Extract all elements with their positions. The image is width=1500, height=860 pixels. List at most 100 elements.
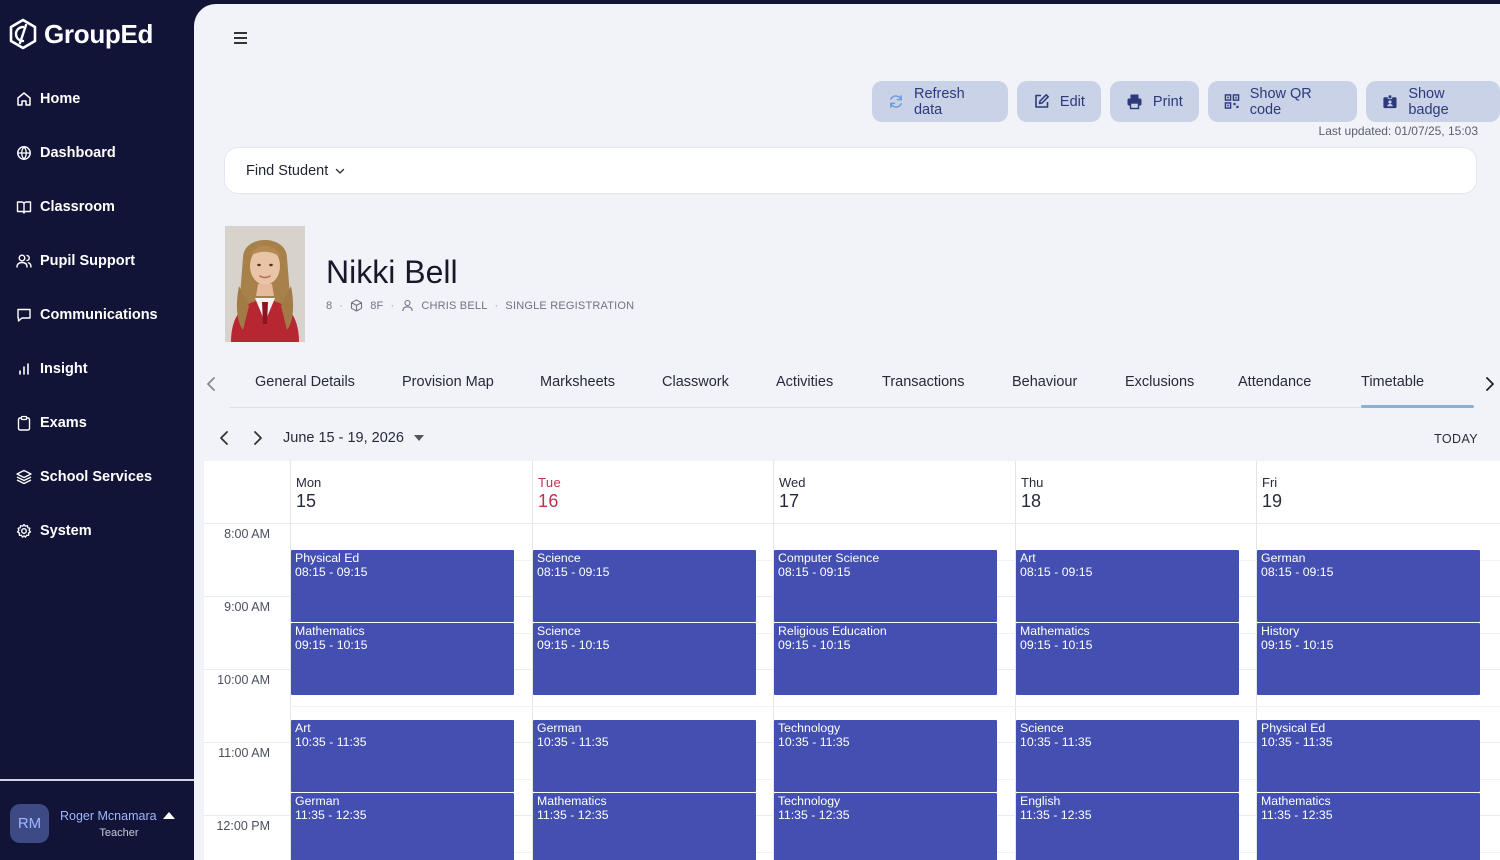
event-time: 10:35 - 11:35: [1261, 735, 1333, 750]
app-name: GroupEd: [44, 18, 154, 49]
toolbar: Refresh data Edit Print Show QR code Sho…: [872, 81, 1500, 122]
student-form: 8F: [370, 299, 384, 312]
timetable-event[interactable]: Science 09:15 - 10:15: [533, 622, 756, 695]
timetable-event[interactable]: Science 08:15 - 09:15: [533, 549, 756, 622]
timetable-event[interactable]: Art 08:15 - 09:15: [1016, 549, 1239, 622]
timetable-event[interactable]: Art 10:35 - 11:35: [291, 720, 514, 793]
day-number: 17: [779, 491, 800, 511]
event-subject: Physical Ed: [295, 550, 360, 565]
day-name: Tue: [538, 475, 562, 490]
timetable-event[interactable]: Mathematics 11:35 - 12:35: [533, 793, 756, 860]
tab-provision-map[interactable]: Provision Map: [402, 374, 494, 390]
next-week-icon[interactable]: [250, 428, 266, 448]
event-subject: Science: [1020, 721, 1064, 736]
sidebar-item-school-services[interactable]: School Services: [0, 450, 194, 504]
timetable-event[interactable]: History 09:15 - 10:15: [1257, 622, 1480, 695]
show-qr-code-label: Show QR code: [1249, 85, 1312, 118]
chevron-right-icon[interactable]: [1483, 374, 1497, 394]
day-number: 15: [296, 491, 317, 511]
tab-transactions[interactable]: Transactions: [882, 374, 964, 390]
gear-icon: [16, 523, 32, 538]
timetable-event[interactable]: Mathematics 09:15 - 10:15: [1016, 622, 1239, 695]
event-subject: Technology: [778, 794, 841, 809]
event-time: 11:35 - 12:35: [1261, 808, 1333, 823]
timetable-event[interactable]: German 10:35 - 11:35: [533, 720, 756, 793]
event-subject: Mathematics: [1020, 623, 1090, 638]
timetable-event[interactable]: Physical Ed 08:15 - 09:15: [291, 549, 514, 622]
users-icon: [16, 254, 32, 268]
timetable-event[interactable]: Science 10:35 - 11:35: [1016, 720, 1239, 793]
sidebar-item-dashboard[interactable]: Dashboard: [0, 126, 194, 180]
half-hour-gridline: [290, 705, 1500, 707]
chevron-left-icon[interactable]: [204, 374, 218, 394]
day-header-wed: Wed 17: [773, 461, 1014, 523]
sidebar-item-insight[interactable]: Insight: [0, 342, 194, 396]
find-student-dropdown[interactable]: Find Student: [224, 147, 1477, 194]
tab-behaviour[interactable]: Behaviour: [1012, 374, 1077, 390]
timetable-event[interactable]: Computer Science 08:15 - 09:15: [774, 549, 997, 622]
sidebar-item-label: Insight: [40, 361, 88, 377]
event-subject: Religious Education: [778, 623, 887, 638]
show-qr-code-button[interactable]: Show QR code: [1207, 81, 1358, 122]
tab-general-details[interactable]: General Details: [255, 374, 355, 390]
event-time: 09:15 - 10:15: [778, 637, 851, 652]
sidebar-item-home[interactable]: Home: [0, 72, 194, 126]
menu-toggle-icon[interactable]: [234, 32, 250, 46]
day-name: Fri: [1262, 475, 1278, 490]
day-number: 18: [1021, 491, 1042, 511]
show-badge-button[interactable]: Show badge: [1366, 81, 1500, 122]
today-button[interactable]: TODAY: [1434, 432, 1478, 446]
tab-marksheets[interactable]: Marksheets: [540, 374, 615, 390]
sidebar-item-exams[interactable]: Exams: [0, 396, 194, 450]
timetable-event[interactable]: German 08:15 - 09:15: [1257, 549, 1480, 622]
time-label: 12:00 PM: [216, 819, 270, 833]
sidebar-item-pupil-support[interactable]: Pupil Support: [0, 234, 194, 288]
tab-exclusions[interactable]: Exclusions: [1125, 374, 1194, 390]
timetable-event[interactable]: German 11:35 - 12:35: [291, 793, 514, 860]
home-icon: [17, 92, 31, 106]
event-subject: German: [537, 721, 582, 736]
calendar-header: June 15 - 19, 2026 TODAY: [204, 416, 1500, 462]
user-menu[interactable]: RM Roger Mcnamara Teacher: [10, 804, 178, 843]
tab-timetable[interactable]: Timetable: [1361, 374, 1424, 390]
clipboard-icon: [17, 415, 31, 431]
qr-code-icon: [1224, 94, 1240, 109]
event-subject: Mathematics: [1261, 794, 1331, 809]
sidebar-item-system[interactable]: System: [0, 504, 194, 558]
time-label: 9:00 AM: [224, 600, 270, 614]
day-number: 19: [1262, 491, 1283, 511]
event-time: 11:35 - 12:35: [778, 808, 850, 823]
student-name: Nikki Bell: [326, 254, 458, 290]
student-contact: CHRIS BELL: [421, 299, 488, 312]
event-subject: German: [295, 794, 340, 809]
timetable-event[interactable]: English 11:35 - 12:35: [1016, 793, 1239, 860]
refresh-data-button[interactable]: Refresh data: [872, 81, 1008, 122]
main-content: Refresh data Edit Print Show QR code Sho…: [194, 4, 1500, 860]
message-icon: [17, 308, 31, 322]
date-range-selector[interactable]: June 15 - 19, 2026: [283, 430, 424, 446]
edit-button[interactable]: Edit: [1016, 81, 1101, 122]
sidebar-item-label: Pupil Support: [40, 253, 136, 269]
edit-label: Edit: [1059, 93, 1085, 110]
event-time: 09:15 - 10:15: [537, 637, 610, 652]
sidebar-item-classroom[interactable]: Classroom: [0, 180, 194, 234]
timetable-event[interactable]: Mathematics 11:35 - 12:35: [1257, 793, 1480, 860]
timetable-event[interactable]: Physical Ed 10:35 - 11:35: [1257, 720, 1480, 793]
day-name: Wed: [779, 475, 806, 490]
student-registration: SINGLE REGISTRATION: [505, 299, 635, 312]
tab-attendance[interactable]: Attendance: [1238, 374, 1311, 390]
sidebar-divider: [0, 779, 194, 781]
tab-activities[interactable]: Activities: [776, 374, 833, 390]
tab-classwork[interactable]: Classwork: [662, 374, 729, 390]
previous-week-icon[interactable]: [216, 428, 232, 448]
timetable-event[interactable]: Religious Education 09:15 - 10:15: [774, 622, 997, 695]
day-header-mon: Mon 15: [290, 461, 531, 523]
timetable-event[interactable]: Mathematics 09:15 - 10:15: [291, 622, 514, 695]
print-label: Print: [1152, 93, 1183, 110]
timetable-event[interactable]: Technology 11:35 - 12:35: [774, 793, 997, 860]
print-button[interactable]: Print: [1109, 81, 1199, 122]
timetable-event[interactable]: Technology 10:35 - 11:35: [774, 720, 997, 793]
sidebar-item-communications[interactable]: Communications: [0, 288, 194, 342]
app-logo[interactable]: GroupEd: [8, 18, 153, 50]
event-subject: English: [1020, 794, 1061, 809]
